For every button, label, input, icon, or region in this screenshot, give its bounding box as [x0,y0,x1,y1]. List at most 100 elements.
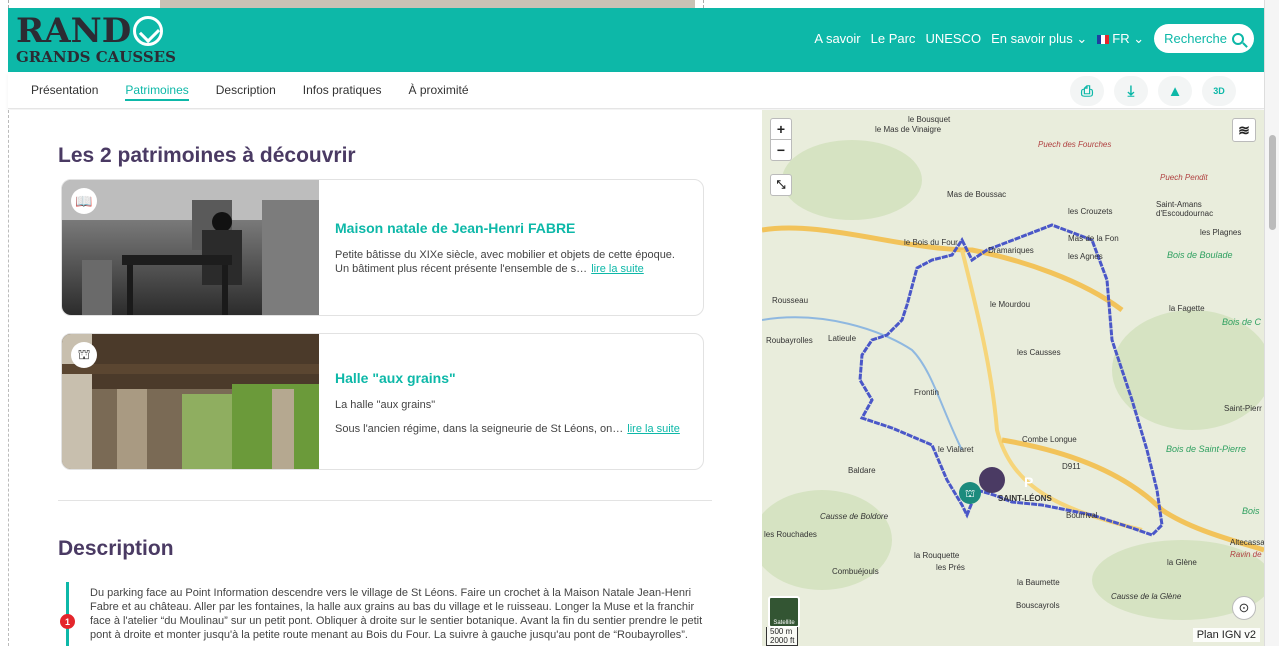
halle-photo [62,334,319,469]
divider [58,500,712,501]
map-label: Bourrival [1066,511,1098,520]
nav-unesco[interactable]: UNESCO [925,31,981,46]
language-selector[interactable]: FR ⌄ [1097,31,1144,47]
map-label: le Mas de Vinaigre [875,125,942,134]
tab-infos-pratiques[interactable]: Infos pratiques [303,83,382,101]
map-label: D911 [1062,462,1081,471]
zoom-in-button[interactable]: + [770,118,792,140]
search-button[interactable]: Recherche [1154,24,1254,53]
top-strip [0,0,1279,8]
map-label: Puech Pendit [1160,173,1208,182]
zoom-out-button[interactable]: − [770,139,792,161]
map-label: Ravin de Fo [1230,550,1264,559]
tab-patrimoines[interactable]: Patrimoines [125,83,189,101]
map-label: la Glène [1167,558,1197,567]
map-label: Bois de C [1222,317,1262,327]
patrimoines-heading: Les 2 patrimoines à découvrir [58,144,356,167]
route-map[interactable]: P ⛫ le Bousquet le Mas de Vinaigre Puech… [762,110,1264,646]
map-label: Rousseau [772,296,809,305]
card-text: Petite bâtisse du XIXe siècle, avec mobi… [335,248,690,276]
site-header: RAND GRANDS CAUSSES A savoir Le Parc UNE… [8,8,1264,72]
map-label: les Plagnes [1200,228,1242,237]
map-label: Causse de la Glène [1111,592,1182,601]
map-label: les Rouchades [764,530,817,539]
top-nav: A savoir Le Parc UNESCO En savoir plus ⌄… [814,24,1254,53]
map-label: la Fagette [1169,304,1205,313]
map-label: la Rouquette [914,551,960,560]
scrollbar-thumb[interactable] [1269,135,1276,230]
nav-le-parc[interactable]: Le Parc [871,31,916,46]
map-label: le Bois du Four [904,238,958,247]
language-label: FR [1112,30,1130,46]
arch-icon: ⛫ [71,342,97,368]
scale-metric: 500 m [770,627,793,636]
locate-icon[interactable]: ⊙ [1232,596,1256,620]
compass-icon [133,16,164,46]
map-label: les Agnes [1068,252,1103,261]
fullscreen-icon[interactable]: ⤡ [770,174,792,196]
map-label: Bois [1242,506,1260,516]
map-label: Bois de Boulade [1167,250,1233,260]
arch-map-marker-icon[interactable]: ⛫ [965,488,975,502]
map-label: Baldare [848,466,876,475]
map-label: Mas de Boussac [947,190,1007,199]
map-label: Causse de Boldore [820,512,889,521]
patrimoine-card[interactable]: ⛫ Halle "aux grains" La halle "aux grain… [61,333,704,470]
map-label: les Causses [1017,348,1061,357]
search-icon [1232,32,1244,45]
map-label: Latieule [828,334,857,343]
parking-icon[interactable]: P [1024,474,1033,490]
map-label: Puech des Fourches [1038,140,1112,149]
description-heading: Description [58,537,174,560]
card-title[interactable]: Halle "aux grains" [335,370,456,386]
page-scrollbar[interactable] [1264,0,1279,646]
map-label: le Bousquet [908,115,951,124]
map-layer-label: Plan IGN v2 [1192,628,1260,642]
card-excerpt: Sous l'ancien régime, dans la seigneurie… [335,423,624,435]
tab-presentation[interactable]: Présentation [31,83,98,101]
layers-icon[interactable]: ≋ [1232,118,1256,142]
map-label: Bois de Saint-Pierre [1166,444,1247,454]
map-scale: 500 m 2000 ft [766,627,799,646]
card-subtitle: La halle "aux grains" [335,399,436,411]
search-label: Recherche [1164,31,1227,46]
nav-en-savoir-plus-label: En savoir plus [991,30,1073,46]
map-label: SAINT-LÉONS [998,494,1052,503]
chevron-down-icon: ⌄ [1076,30,1088,46]
read-more-link[interactable]: lire la suite [627,423,680,435]
map-label: Mas de la Fon [1068,234,1119,243]
map-label: Frontin [914,388,939,397]
description-text: Du parking face au Point Information des… [90,587,703,641]
patrimoine-card[interactable]: 📖 Maison natale de Jean-Henri FABRE Peti… [61,179,704,316]
scale-imperial: 2000 ft [770,636,795,645]
step-number: 1 [60,614,75,629]
tab-a-proximite[interactable]: À proximité [409,83,469,101]
satellite-label: Satellite [773,620,795,626]
logo-sub: GRANDS CAUSSES [16,48,176,66]
warning-icon[interactable]: ▲ [1158,76,1192,106]
map-label: Saint-Amans d'Escoudournac [1156,200,1214,218]
map-label: les Crouzets [1068,207,1113,216]
chevron-down-icon: ⌄ [1133,30,1145,46]
nav-a-savoir[interactable]: A savoir [814,31,860,46]
download-icon[interactable]: ⤓ [1114,76,1148,106]
map-label: le Vialaret [938,445,974,454]
logo-main: RAND [16,11,132,51]
3d-icon[interactable]: 3D [1202,76,1236,106]
nav-en-savoir-plus[interactable]: En savoir plus ⌄ [991,31,1087,47]
site-logo[interactable]: RAND GRANDS CAUSSES [16,14,176,65]
book-icon: 📖 [71,188,97,214]
top-image [160,0,695,8]
read-more-link[interactable]: lire la suite [591,263,644,275]
tab-description[interactable]: Description [216,83,276,101]
map-label: Bouscayrols [1016,601,1060,610]
card-title[interactable]: Maison natale de Jean-Henri FABRE [335,220,575,236]
flag-fr-icon [1097,34,1110,44]
satellite-toggle[interactable]: Satellite [768,596,800,628]
map-label: Combuéjouls [832,567,879,576]
main-content: Les 2 patrimoines à découvrir 📖 Maison n… [8,110,762,646]
section-nav: Présentation Patrimoines Description Inf… [8,72,1264,109]
print-icon[interactable]: ⎙ [1070,76,1104,106]
map-label: Altecassag [1230,538,1264,547]
map-label: Dramariques [988,246,1034,255]
